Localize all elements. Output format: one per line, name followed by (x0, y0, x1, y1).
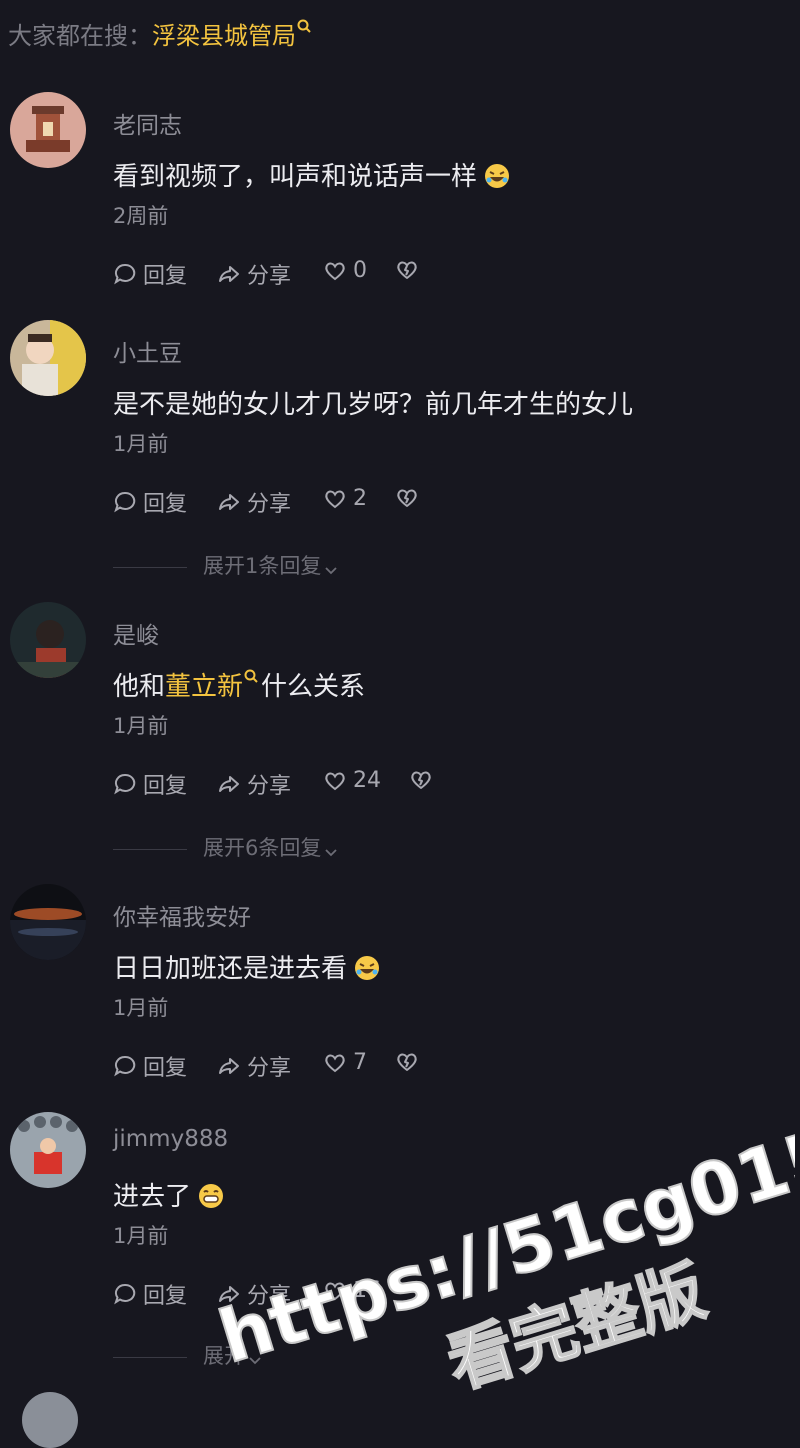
rofl-emoji (483, 162, 511, 190)
broken-heart-icon (397, 261, 417, 279)
reply-icon (114, 1055, 136, 1077)
reply-icon (114, 263, 136, 285)
search-icon (243, 663, 261, 693)
share-icon (219, 266, 239, 282)
comment-item: 你幸福我安好 日日加班还是进去看 1月前 回复 分享 7 (0, 884, 800, 1084)
reply-icon (114, 1283, 136, 1305)
comment-time: 2周前 (113, 204, 169, 228)
like-button[interactable]: 2 (323, 486, 367, 511)
share-button[interactable]: 分享 (217, 258, 291, 290)
dislike-button[interactable] (395, 1050, 425, 1074)
broken-heart-icon (397, 489, 417, 507)
share-button[interactable]: 分享 (217, 486, 291, 518)
expand-replies-button[interactable]: 展开 (113, 1340, 263, 1370)
like-count: 2 (353, 486, 367, 511)
comment-text-body: 看到视频了，叫声和说话声一样 (113, 162, 478, 192)
heart-icon (325, 262, 345, 280)
comment-text: 看到视频了，叫声和说话声一样 (113, 156, 511, 193)
like-count: 7 (353, 1050, 367, 1075)
like-button[interactable]: 0 (323, 258, 367, 283)
comment-text-body: 进去了 (113, 1182, 192, 1212)
share-icon (219, 494, 239, 510)
broken-heart-icon (411, 771, 431, 789)
chevron-down-icon (323, 841, 339, 857)
comment-text: 日日加班还是进去看 (113, 948, 381, 985)
avatar[interactable] (22, 1392, 78, 1448)
comment-item: 是峻 他和董立新 什么关系 1月前 回复 分享 24 (0, 602, 800, 802)
search-suggestion[interactable]: 大家都在搜：浮梁县城管局 (8, 16, 314, 51)
share-icon (219, 1286, 239, 1302)
share-button[interactable]: 分享 (217, 768, 291, 800)
keyword-link[interactable]: 董立新 (165, 672, 243, 702)
reply-icon (114, 491, 136, 513)
commenter-name[interactable]: jimmy888 (113, 1126, 228, 1152)
commenter-name[interactable]: 老同志 (113, 106, 182, 140)
rofl-emoji (353, 954, 381, 982)
comment-time: 1月前 (113, 432, 169, 456)
dislike-button[interactable] (395, 258, 425, 282)
comment-item: 小土豆 是不是她的女儿才几岁呀？前几年才生的女儿 1月前 回复 分享 2 (0, 320, 800, 520)
avatar[interactable] (10, 602, 86, 678)
share-icon (219, 1058, 239, 1074)
heart-icon (325, 772, 345, 790)
like-count: 16 (353, 1278, 381, 1303)
dislike-button[interactable] (395, 486, 425, 510)
comment-text-body: 日日加班还是进去看 (113, 954, 348, 984)
reply-icon (114, 773, 136, 795)
like-button[interactable]: 24 (323, 768, 381, 793)
expand-replies-button[interactable]: 展开6条回复 (113, 832, 339, 862)
comment-item: jimmy888 进去了 1月前 回复 分享 16 (0, 1112, 800, 1312)
avatar[interactable] (10, 320, 86, 396)
divider (113, 848, 187, 850)
grin-emoji (197, 1182, 225, 1210)
comment-time: 1月前 (113, 1224, 169, 1248)
comment-item: 老同志 看到视频了，叫声和说话声一样 2周前 回复 分享 0 (0, 92, 800, 292)
chevron-down-icon (247, 1349, 263, 1365)
reply-button[interactable]: 回复 (113, 486, 187, 518)
commenter-name[interactable]: 小土豆 (113, 334, 182, 368)
reply-button[interactable]: 回复 (113, 1278, 187, 1310)
like-button[interactable]: 7 (323, 1050, 367, 1075)
commenter-name[interactable]: 是峻 (113, 616, 159, 650)
comment-text: 进去了 (113, 1176, 225, 1213)
reply-button[interactable]: 回复 (113, 258, 187, 290)
divider (113, 1356, 187, 1358)
expand-replies-button[interactable]: 展开1条回复 (113, 550, 339, 580)
heart-icon (325, 1282, 345, 1300)
dislike-button[interactable] (409, 768, 439, 792)
divider (113, 566, 187, 568)
comment-text: 他和董立新 什么关系 (113, 666, 365, 703)
heart-icon (325, 1054, 345, 1072)
like-button[interactable]: 16 (323, 1278, 381, 1303)
heart-icon (325, 490, 345, 508)
avatar[interactable] (10, 884, 86, 960)
avatar[interactable] (10, 1112, 86, 1188)
like-count: 0 (353, 258, 367, 283)
avatar[interactable] (10, 92, 86, 168)
reply-button[interactable]: 回复 (113, 768, 187, 800)
comment-text: 是不是她的女儿才几岁呀？前几年才生的女儿 (113, 390, 634, 420)
share-button[interactable]: 分享 (217, 1278, 291, 1310)
chevron-down-icon (323, 559, 339, 575)
commenter-name[interactable]: 你幸福我安好 (113, 898, 251, 932)
search-prefix: 大家都在搜： (8, 22, 152, 50)
like-count: 24 (353, 768, 381, 793)
share-button[interactable]: 分享 (217, 1050, 291, 1082)
comment-time: 1月前 (113, 996, 169, 1020)
search-keyword-link[interactable]: 浮梁县城管局 (152, 22, 296, 50)
reply-button[interactable]: 回复 (113, 1050, 187, 1082)
comment-time: 1月前 (113, 714, 169, 738)
search-icon (296, 14, 314, 42)
share-icon (219, 776, 239, 792)
broken-heart-icon (397, 1053, 417, 1071)
